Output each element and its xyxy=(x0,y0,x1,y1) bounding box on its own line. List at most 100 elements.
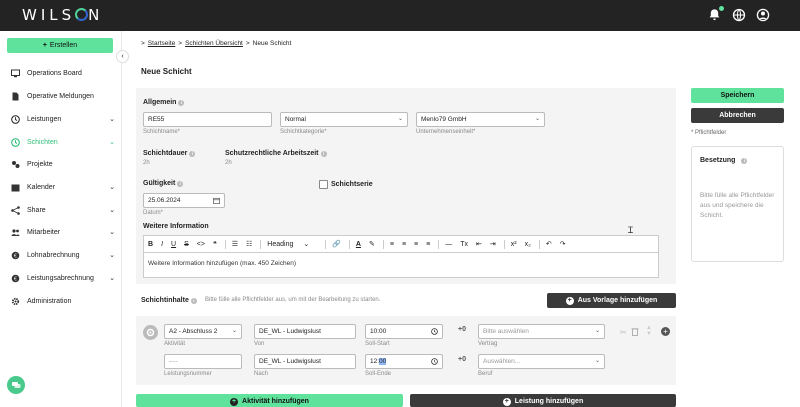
sidebar-item-label: Operative Meldungen xyxy=(27,92,94,100)
info-icon[interactable]: i xyxy=(189,151,196,157)
breadcrumb-schichten-uebersicht[interactable]: Schichten Übersicht xyxy=(185,40,243,47)
service-number-label: Leistungsnummer xyxy=(164,371,212,377)
strikethrough-button[interactable]: S xyxy=(184,241,189,248)
create-button[interactable]: + Erstellen xyxy=(7,38,113,53)
clock-icon xyxy=(11,114,20,124)
end-offset: +0 xyxy=(458,356,466,363)
outdent-button[interactable]: ⇤ xyxy=(476,240,482,248)
save-button[interactable]: Speichern xyxy=(691,88,784,103)
shifts-icon xyxy=(11,137,20,147)
job-select[interactable]: Auswählen... ⌄ xyxy=(478,354,605,369)
chevron-down-icon: ⌄ xyxy=(303,241,310,248)
contract-select[interactable]: Bitte auswählen ⌄ xyxy=(478,324,605,339)
scissors-icon[interactable]: ✂ xyxy=(620,328,627,337)
align-left-button[interactable]: ≡ xyxy=(390,241,394,248)
info-icon[interactable]: i xyxy=(178,100,185,106)
breadcrumb-current: Neue Schicht xyxy=(252,40,292,47)
activity-select[interactable]: A2 - Abschluss 2 ⌄ xyxy=(164,324,242,339)
company-unit-select[interactable]: Menlo79 GmbH ⌄ xyxy=(416,112,545,127)
breadcrumb-startseite[interactable]: Startseite xyxy=(148,40,175,47)
occupancy-title: Besetzung i xyxy=(700,157,748,164)
chevron-down-icon: ⌄ xyxy=(109,139,115,146)
globe-icon[interactable] xyxy=(732,8,746,22)
quote-button[interactable]: ❝ xyxy=(213,240,217,248)
link-icon[interactable]: 🔗 xyxy=(332,240,341,248)
sidebar-item-kalender[interactable]: Kalender ⌄ xyxy=(11,180,115,194)
ordered-list-button[interactable]: ☰ xyxy=(232,240,238,248)
service-number-input[interactable]: ---- xyxy=(164,354,242,369)
heading-select[interactable]: Heading ⌄ xyxy=(267,240,317,248)
breadcrumb-separator: > xyxy=(141,40,145,47)
shift-name-input[interactable]: RE55 xyxy=(143,112,272,127)
shift-category-select[interactable]: Normal ⌄ xyxy=(280,112,408,127)
user-account-icon[interactable] xyxy=(756,8,770,22)
info-icon[interactable]: i xyxy=(177,181,184,187)
align-center-button[interactable]: ≡ xyxy=(402,241,406,248)
collapse-sidebar-button[interactable]: ‹ xyxy=(116,50,129,63)
sidebar-item-mitarbeiter[interactable]: Mitarbeiter ⌄ xyxy=(11,225,115,239)
italic-button[interactable]: I xyxy=(161,241,163,248)
sidebar-item-leistungsabrechnung[interactable]: € Leistungsabrechnung ⌄ xyxy=(11,271,115,285)
chat-support-icon[interactable] xyxy=(7,376,25,394)
to-location-input[interactable]: DE_WL - Ludwigslust xyxy=(254,354,356,369)
subscript-button[interactable]: x₂ xyxy=(525,241,531,248)
sidebar-item-leistungen[interactable]: Leistungen ⌄ xyxy=(11,112,115,126)
info-textarea[interactable]: Weitere Information hinzufügen (max. 450… xyxy=(143,252,659,278)
clock-icon[interactable] xyxy=(431,325,438,341)
clock-icon[interactable] xyxy=(431,355,438,371)
trash-icon[interactable] xyxy=(631,327,639,338)
sidebar-item-schichten[interactable]: Schichten ⌄ xyxy=(11,135,115,149)
sidebar-item-share[interactable]: Share ⌄ xyxy=(11,203,115,217)
bold-button[interactable]: B xyxy=(148,241,153,248)
highlight-button[interactable]: ✎ xyxy=(369,240,375,248)
info-icon[interactable]: i xyxy=(320,151,327,157)
chevron-down-icon: ⌄ xyxy=(109,275,115,282)
sidebar-item-administration[interactable]: Administration xyxy=(11,294,115,308)
document-icon xyxy=(11,92,20,101)
template-add-button[interactable]: + Aus Vorlage hinzufügen xyxy=(547,293,676,308)
indent-button[interactable]: ⇥ xyxy=(490,240,496,248)
sidebar-item-operations-board[interactable]: Operations Board xyxy=(11,66,115,80)
superscript-button[interactable]: x² xyxy=(511,241,517,248)
from-location-input[interactable]: DE_WL - Ludwigslust xyxy=(254,324,356,339)
add-service-button[interactable]: + Leistung hinzufügen xyxy=(410,394,676,407)
sidebar-item-lohnabrechnung[interactable]: € Lohnabrechnung ⌄ xyxy=(11,248,115,262)
sidebar-item-projekte[interactable]: Projekte xyxy=(11,157,115,171)
clear-format-button[interactable]: Tx xyxy=(460,241,468,248)
calendar-icon[interactable] xyxy=(213,194,220,210)
shift-series-checkbox[interactable] xyxy=(319,180,328,189)
info-icon[interactable]: i xyxy=(190,298,197,304)
sidebar-item-label: Lohnabrechnung xyxy=(27,251,80,259)
gear-icon[interactable] xyxy=(143,325,158,340)
sidebar-item-operative-meldungen[interactable]: Operative Meldungen xyxy=(11,89,115,103)
align-justify-button[interactable]: ≡ xyxy=(426,241,430,248)
end-time-input[interactable]: 12:00 xyxy=(365,354,443,369)
occupancy-box: Besetzung i Bitte fülle alle Pflichtfelde… xyxy=(691,146,784,262)
text-color-button[interactable]: A xyxy=(356,241,361,248)
underline-button[interactable]: U xyxy=(171,241,176,248)
add-activity-button[interactable]: + Aktivität hinzufügen xyxy=(136,394,403,407)
required-note: * Pflichtfelder xyxy=(691,130,727,136)
validity-title: Gültigkeit i xyxy=(143,180,184,187)
contents-title: Schichtinhalte i xyxy=(141,297,197,304)
chevron-down-icon: ⌄ xyxy=(594,328,600,334)
billing-icon: € xyxy=(11,274,20,283)
start-label: Soll-Start xyxy=(365,341,390,347)
align-right-button[interactable]: ≡ xyxy=(414,241,418,248)
bell-icon[interactable] xyxy=(708,6,724,22)
reorder-arrows-icon[interactable]: ▲ ▼ xyxy=(646,325,652,337)
redo-button[interactable]: ↷ xyxy=(560,240,566,248)
contract-label: Vertrag xyxy=(478,341,498,347)
bullet-list-button[interactable]: ☷ xyxy=(246,240,252,248)
horizontal-rule-button[interactable]: — xyxy=(445,241,452,248)
plus-circle-icon: + xyxy=(502,398,511,406)
undo-button[interactable]: ↶ xyxy=(546,240,552,248)
start-time-input[interactable]: 10:00 xyxy=(365,324,443,339)
date-input[interactable]: 25.06.2024 xyxy=(143,193,225,208)
add-row-icon[interactable]: + xyxy=(661,327,670,336)
cancel-button[interactable]: Abbrechen xyxy=(691,108,784,123)
logo: WILS N xyxy=(22,6,104,24)
info-icon[interactable]: i xyxy=(741,158,748,164)
code-button[interactable]: <> xyxy=(197,241,205,248)
chevron-down-icon: ⌄ xyxy=(109,116,115,123)
